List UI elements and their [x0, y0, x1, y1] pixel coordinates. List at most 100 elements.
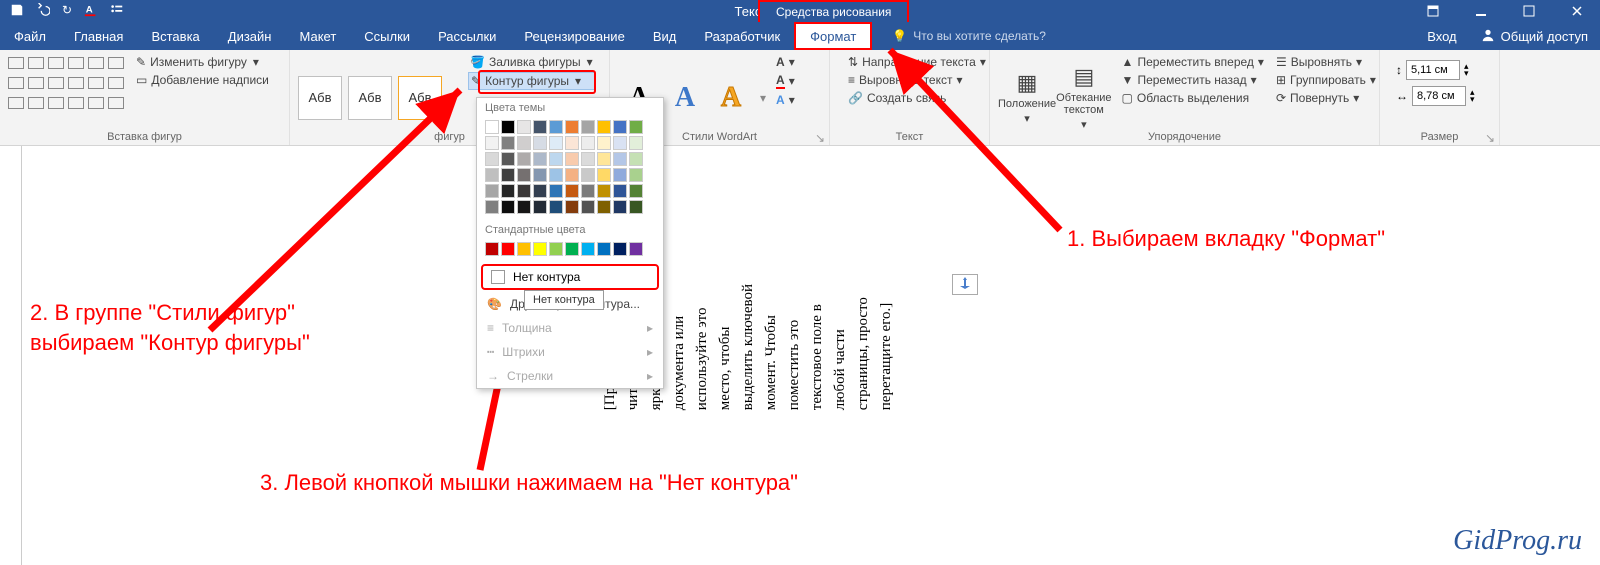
group-button[interactable]: ⊞Группировать▾: [1274, 72, 1378, 88]
edit-shape-button[interactable]: ✎Изменить фигуру▾: [134, 54, 271, 70]
undo-icon[interactable]: [36, 3, 50, 20]
group-label-insert-shapes: Вставка фигур: [0, 131, 289, 143]
no-outline-tooltip: Нет контура: [524, 290, 604, 310]
ribbon-tabs: Файл Главная Вставка Дизайн Макет Ссылки…: [0, 22, 1600, 50]
window-controls: [1410, 0, 1600, 22]
tab-design[interactable]: Дизайн: [214, 22, 286, 50]
shape-style-1[interactable]: Абв: [298, 76, 342, 120]
fill-icon: 🪣: [470, 55, 485, 69]
standard-colors-header: Стандартные цвета: [477, 220, 663, 240]
shape-style-more[interactable]: ▾: [448, 91, 462, 105]
save-icon[interactable]: [10, 3, 24, 20]
arrows-item[interactable]: →Стрелки▸: [477, 364, 663, 388]
close-icon[interactable]: [1554, 0, 1600, 22]
no-outline-item[interactable]: Нет контура: [481, 264, 659, 290]
tab-developer[interactable]: Разработчик: [690, 22, 794, 50]
weight-icon: ≡: [487, 321, 494, 335]
bring-forward-button[interactable]: ▲Переместить вперед▾: [1120, 54, 1266, 70]
wrap-icon: ▤: [1073, 64, 1094, 90]
annotation-1: 1. Выбираем вкладку "Формат": [1067, 226, 1385, 252]
tab-home[interactable]: Главная: [60, 22, 137, 50]
shape-outline-dropdown: Цвета темы Стандартные цвета Нет контура…: [476, 97, 664, 389]
position-button[interactable]: ▦Положение▾: [998, 54, 1056, 141]
annotation-2: 2. В группе "Стили фигур" выбираем "Конт…: [30, 298, 310, 357]
spinner-icon[interactable]: ▴▾: [1470, 89, 1475, 103]
text-outline-button[interactable]: A▾: [774, 72, 797, 90]
dashes-icon: ┅: [487, 345, 494, 359]
weight-item[interactable]: ≡Толщина▸: [477, 316, 663, 340]
send-backward-button[interactable]: ▼Переместить назад▾: [1120, 72, 1266, 88]
width-input[interactable]: 8,78 см: [1412, 86, 1466, 106]
group-icon: ⊞: [1276, 73, 1286, 87]
text-direction-button[interactable]: ⇅Направление текста▾: [846, 54, 988, 70]
maximize-icon[interactable]: [1506, 0, 1552, 22]
theme-colors-grid[interactable]: [477, 118, 663, 220]
group-text: ⇅Направление текста▾ ≡Выровнять текст▾ 🔗…: [830, 50, 990, 145]
position-icon: ▦: [1017, 70, 1038, 96]
tab-mailings[interactable]: Рассылки: [424, 22, 510, 50]
tab-references[interactable]: Ссылки: [350, 22, 424, 50]
group-label-size: Размер: [1380, 131, 1499, 143]
width-icon: ↔: [1396, 89, 1408, 103]
tab-insert[interactable]: Вставка: [137, 22, 213, 50]
add-textbox-button[interactable]: ▭Добавление надписи: [134, 72, 271, 88]
group-label-arrange: Упорядочение: [990, 131, 1379, 143]
align-text-button[interactable]: ≡Выровнять текст▾: [846, 72, 988, 88]
tab-layout[interactable]: Макет: [285, 22, 350, 50]
redo-icon[interactable]: ↻: [62, 3, 72, 20]
tab-format[interactable]: Формат: [794, 22, 872, 50]
color-wheel-icon: 🎨: [487, 297, 502, 311]
tab-review[interactable]: Рецензирование: [510, 22, 638, 50]
text-fill-button[interactable]: A▾: [774, 54, 797, 70]
share-icon: [1481, 28, 1495, 45]
create-link-button[interactable]: 🔗Создать связь: [846, 90, 988, 106]
align-button[interactable]: ☰Выровнять▾: [1274, 54, 1378, 70]
align-text-icon: ≡: [848, 73, 855, 87]
spinner-icon[interactable]: ▴▾: [1464, 63, 1469, 77]
svg-text:A: A: [86, 4, 93, 15]
object-anchor-icon: [952, 274, 978, 295]
font-color-icon[interactable]: A: [84, 3, 98, 20]
drawing-tools-context: Средства рисования: [758, 0, 909, 22]
wrap-text-button[interactable]: ▤Обтекание текстом▾: [1056, 54, 1111, 141]
standard-colors-grid[interactable]: [477, 240, 663, 262]
minimize-icon[interactable]: [1458, 0, 1504, 22]
tell-me-placeholder: Что вы хотите сделать?: [913, 29, 1046, 43]
dialog-launcher-wordart[interactable]: ↘: [815, 131, 827, 143]
wordart-more[interactable]: ▾: [756, 91, 770, 105]
annotation-highlight-outline: [478, 70, 596, 94]
annotation-3: 3. Левой кнопкой мышки нажимаем на "Нет …: [260, 470, 798, 496]
wordart-style-2[interactable]: A: [664, 77, 706, 119]
share-button[interactable]: Общий доступ: [1469, 28, 1600, 45]
theme-colors-header: Цвета темы: [477, 98, 663, 118]
dashes-item[interactable]: ┅Штрихи▸: [477, 340, 663, 364]
bullets-icon[interactable]: [110, 3, 124, 20]
edit-shape-icon: ✎: [136, 55, 146, 69]
shape-style-3[interactable]: Абв: [398, 76, 442, 120]
group-size: ↕ 5,11 см ▴▾ ↔ 8,78 см ▴▾ Размер ↘: [1380, 50, 1500, 145]
signin-button[interactable]: Вход: [1415, 29, 1468, 44]
shape-fill-button[interactable]: 🪣Заливка фигуры▾: [468, 54, 595, 70]
shape-style-2[interactable]: Абв: [348, 76, 392, 120]
ribbon-options-icon[interactable]: [1410, 0, 1456, 22]
height-icon: ↕: [1396, 63, 1402, 77]
selection-pane-button[interactable]: ▢Область выделения: [1120, 90, 1266, 106]
group-arrange: ▦Положение▾ ▤Обтекание текстом▾ ▲Перемес…: [990, 50, 1380, 145]
no-outline-icon: [491, 270, 505, 284]
align-icon: ☰: [1276, 55, 1287, 69]
shapes-gallery[interactable]: [8, 54, 126, 141]
text-effects-button[interactable]: A▾: [774, 92, 797, 108]
wordart-style-3[interactable]: A: [710, 77, 752, 119]
dialog-launcher-size[interactable]: ↘: [1485, 131, 1497, 143]
height-input[interactable]: 5,11 см: [1406, 60, 1460, 80]
tell-me-search[interactable]: 💡 Что вы хотите сделать?: [892, 22, 1046, 50]
tab-view[interactable]: Вид: [639, 22, 691, 50]
backward-icon: ▼: [1122, 73, 1134, 87]
rotate-icon: ⟳: [1276, 91, 1286, 105]
group-label-text: Текст: [830, 131, 989, 143]
lightbulb-icon: 💡: [892, 29, 907, 43]
link-icon: 🔗: [848, 91, 863, 105]
tab-file[interactable]: Файл: [0, 22, 60, 50]
rotate-button[interactable]: ⟳Повернуть▾: [1274, 90, 1378, 106]
textbox-icon: ▭: [136, 73, 147, 87]
